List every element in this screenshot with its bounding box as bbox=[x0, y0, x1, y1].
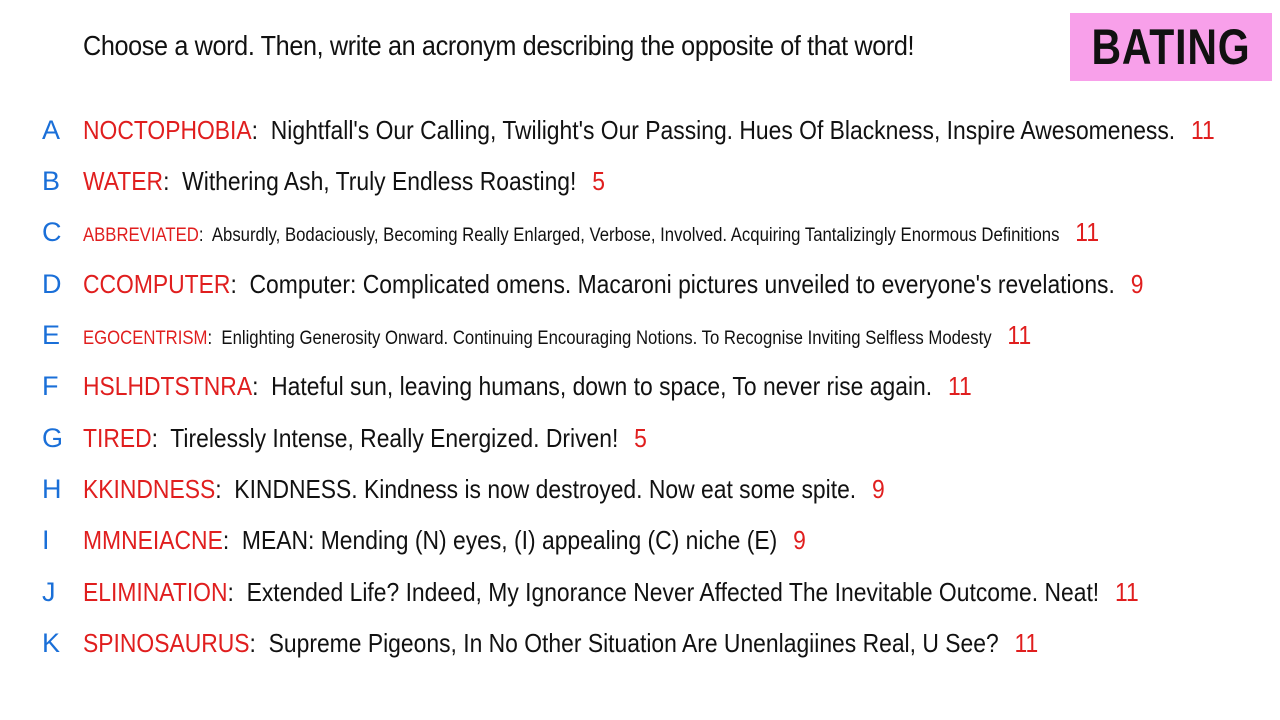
entry-colon: : bbox=[215, 474, 235, 504]
entry-row: A NOCTOPHOBIA: Nightfall's Our Calling, … bbox=[0, 110, 1280, 150]
entry-colon: : bbox=[227, 577, 247, 607]
entry-line: HSLHDTSTNRA: Hateful sun, leaving humans… bbox=[83, 366, 972, 406]
entry-word: ELIMINATION bbox=[83, 577, 228, 607]
entry-line: NOCTOPHOBIA: Nightfall's Our Calling, Tw… bbox=[83, 110, 1215, 150]
entry-letter: B bbox=[42, 166, 61, 196]
entry-score: 11 bbox=[1007, 320, 1032, 350]
entry-row: E EGOCENTRISM: Enlighting Generosity Onw… bbox=[0, 315, 1280, 355]
entry-line: KKINDNESS: KINDNESS. Kindness is now des… bbox=[83, 469, 885, 509]
entry-row: J ELIMINATION: Extended Life? Indeed, My… bbox=[0, 572, 1280, 612]
entry-letter: H bbox=[42, 474, 62, 504]
entry-word: ABBREVIATED bbox=[83, 225, 199, 246]
entry-colon: : bbox=[198, 225, 212, 246]
entry-word: CCOMPUTER bbox=[83, 269, 231, 299]
entry-colon: : bbox=[222, 525, 242, 555]
entry-acronym: Nightfall's Our Calling, Twilight's Our … bbox=[270, 115, 1176, 145]
entry-word: MMNEIACNE bbox=[83, 525, 223, 555]
entry-score: 11 bbox=[1191, 115, 1215, 145]
entry-acronym: Tirelessly Intense, Really Energized. Dr… bbox=[170, 423, 619, 453]
entry-letter: F bbox=[42, 371, 59, 401]
entry-score: 11 bbox=[1075, 217, 1100, 247]
entry-acronym: MEAN: Mending (N) eyes, (I) appealing (C… bbox=[241, 525, 778, 555]
entry-score: 11 bbox=[947, 371, 972, 401]
entry-row: D CCOMPUTER: Computer: Complicated omens… bbox=[0, 264, 1280, 304]
entry-line: CCOMPUTER: Computer: Complicated omens. … bbox=[83, 264, 1143, 304]
entry-line: MMNEIACNE: MEAN: Mending (N) eyes, (I) a… bbox=[83, 520, 806, 560]
entry-letter: I bbox=[42, 525, 50, 555]
entry-score: 9 bbox=[1130, 269, 1144, 299]
title-badge: BATING bbox=[1070, 13, 1272, 81]
entry-acronym: Hateful sun, leaving humans, down to spa… bbox=[271, 371, 933, 401]
entry-line: ABBREVIATED: Absurdly, Bodaciously, Beco… bbox=[83, 212, 1099, 256]
entry-letter: A bbox=[42, 115, 61, 145]
entry-row: B WATER: Withering Ash, Truly Endless Ro… bbox=[0, 161, 1280, 201]
entry-row: G TIRED: Tirelessly Intense, Really Ener… bbox=[0, 418, 1280, 458]
entry-letter: D bbox=[42, 269, 62, 299]
entry-score: 11 bbox=[1115, 577, 1139, 607]
entry-score: 5 bbox=[634, 423, 647, 453]
entry-row: H KKINDNESS: KINDNESS. Kindness is now d… bbox=[0, 469, 1280, 509]
entry-colon: : bbox=[249, 628, 269, 658]
entry-row: K SPINOSAURUS: Supreme Pigeons, In No Ot… bbox=[0, 623, 1280, 663]
badge-label: BATING bbox=[1091, 19, 1251, 75]
entry-colon: : bbox=[251, 115, 271, 145]
entry-colon: : bbox=[151, 423, 171, 453]
entry-row: I MMNEIACNE: MEAN: Mending (N) eyes, (I)… bbox=[0, 520, 1280, 560]
entry-word: WATER bbox=[83, 166, 164, 196]
entry-colon: : bbox=[230, 269, 250, 299]
entry-letter: C bbox=[42, 217, 62, 247]
entry-score: 5 bbox=[592, 166, 605, 196]
entry-acronym: Extended Life? Indeed, My Ignorance Neve… bbox=[246, 577, 1100, 607]
entry-line: SPINOSAURUS: Supreme Pigeons, In No Othe… bbox=[83, 623, 1038, 663]
entry-word: HSLHDTSTNRA bbox=[83, 371, 253, 401]
entry-word: EGOCENTRISM bbox=[83, 328, 208, 349]
entry-acronym: Enlighting Generosity Onward. Continuing… bbox=[221, 328, 992, 349]
prompt-text: Choose a word. Then, write an acronym de… bbox=[83, 30, 915, 61]
entry-letter: K bbox=[42, 628, 61, 658]
entry-word: KKINDNESS bbox=[83, 474, 216, 504]
entry-acronym: Computer: Complicated omens. Macaroni pi… bbox=[249, 269, 1115, 299]
entry-acronym: Supreme Pigeons, In No Other Situation A… bbox=[268, 628, 999, 658]
entry-colon: : bbox=[252, 371, 272, 401]
entry-score: 9 bbox=[793, 525, 806, 555]
entry-word: SPINOSAURUS bbox=[83, 628, 250, 658]
entry-acronym: KINDNESS. Kindness is now destroyed. Now… bbox=[234, 474, 857, 504]
entry-score: 9 bbox=[872, 474, 885, 504]
entry-letter: E bbox=[42, 320, 61, 350]
entry-line: TIRED: Tirelessly Intense, Really Energi… bbox=[83, 418, 647, 458]
entry-score: 11 bbox=[1014, 628, 1039, 658]
entry-colon: : bbox=[207, 328, 222, 349]
entry-line: EGOCENTRISM: Enlighting Generosity Onwar… bbox=[83, 315, 1031, 359]
entry-letter: J bbox=[42, 577, 56, 607]
entry-acronym: Absurdly, Bodaciously, Becoming Really E… bbox=[211, 225, 1060, 246]
entry-row: F HSLHDTSTNRA: Hateful sun, leaving huma… bbox=[0, 366, 1280, 406]
entry-row: C ABBREVIATED: Absurdly, Bodaciously, Be… bbox=[0, 212, 1280, 252]
entry-line: ELIMINATION: Extended Life? Indeed, My I… bbox=[83, 572, 1139, 612]
entry-letter: G bbox=[42, 423, 64, 453]
entry-word: TIRED bbox=[83, 423, 152, 453]
entry-line: WATER: Withering Ash, Truly Endless Roas… bbox=[83, 161, 605, 201]
entry-acronym: Withering Ash, Truly Endless Roasting! bbox=[182, 166, 577, 196]
entry-colon: : bbox=[163, 166, 183, 196]
entry-word: NOCTOPHOBIA bbox=[83, 115, 252, 145]
